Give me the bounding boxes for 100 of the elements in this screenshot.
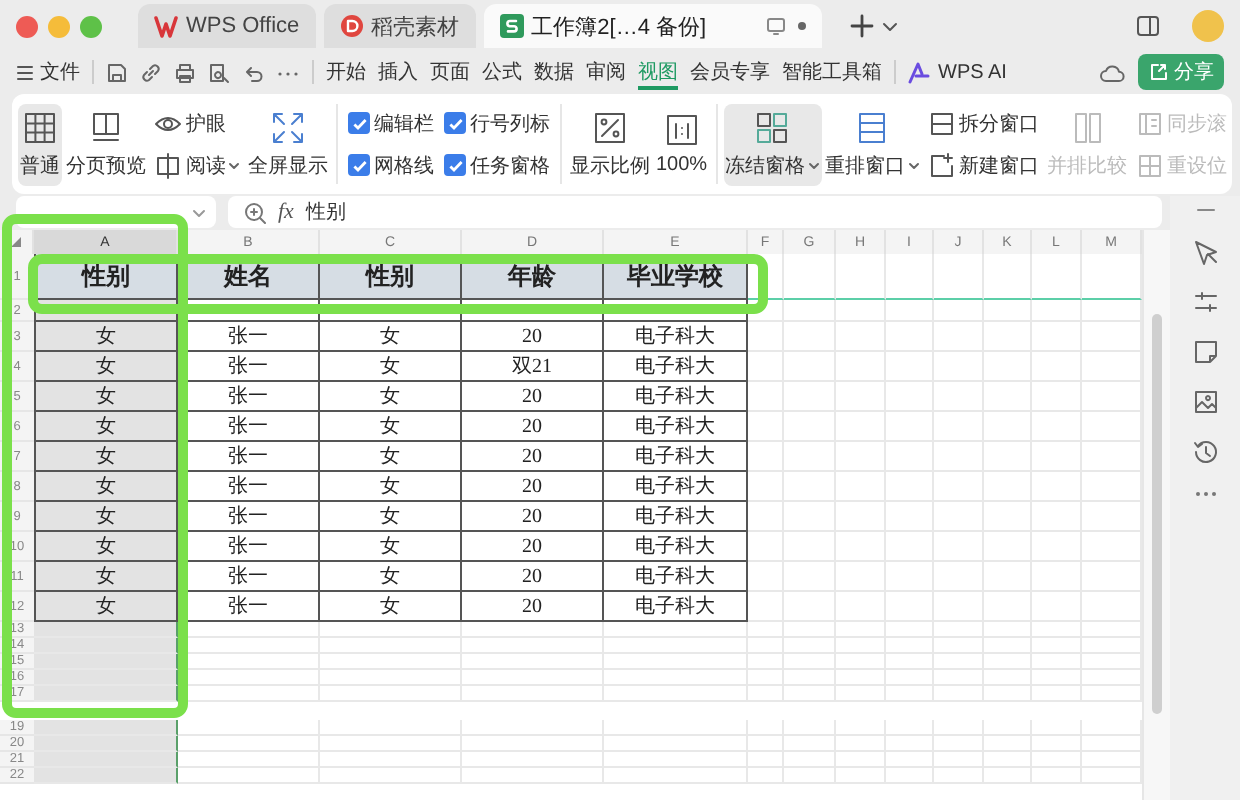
ribbon-tab[interactable]: 开始 [326, 54, 366, 90]
table-cell[interactable] [34, 670, 178, 687]
table-cell[interactable]: 女 [34, 532, 178, 562]
table-cell[interactable]: 女 [320, 532, 462, 562]
table-cell[interactable]: 女 [34, 472, 178, 502]
table-cell[interactable]: 女 [320, 412, 462, 442]
table-cell[interactable]: 女 [320, 502, 462, 532]
document-tab[interactable]: 稻壳素材 [323, 4, 476, 48]
print-preview-icon[interactable] [208, 61, 230, 83]
table-cell[interactable] [604, 300, 748, 322]
expand-icon[interactable] [270, 109, 306, 145]
table-cell[interactable] [320, 300, 462, 322]
table-cell[interactable]: 女 [320, 352, 462, 382]
ribbon-button[interactable]: 阅读 [150, 151, 244, 179]
function-label[interactable]: fx [278, 200, 294, 224]
plus-icon[interactable] [850, 14, 875, 38]
table-cell[interactable]: 20 [462, 532, 604, 562]
ribbon-button[interactable]: 显示比例 [568, 103, 652, 185]
table-cell[interactable]: 女 [34, 322, 178, 352]
note-icon[interactable] [1191, 338, 1219, 366]
checkbox[interactable] [444, 154, 466, 176]
table-cell[interactable]: 20 [462, 412, 604, 442]
cloud-icon[interactable] [1098, 61, 1126, 83]
grid-icon[interactable] [22, 109, 58, 145]
table-cell[interactable]: 电子科大 [604, 472, 748, 502]
ribbon-button[interactable]: 冻结窗格 [723, 103, 822, 185]
document-tab[interactable]: WPS Office [138, 4, 316, 48]
table-cell[interactable]: 张一 [178, 442, 320, 472]
table-cell[interactable] [34, 638, 178, 655]
table-cell[interactable] [462, 300, 604, 322]
undo-icon[interactable] [242, 61, 264, 83]
table-cell[interactable]: 20 [462, 592, 604, 622]
ribbon-tab[interactable]: 公式 [482, 54, 522, 90]
table-cell[interactable]: 张一 [178, 562, 320, 592]
save-icon[interactable] [106, 61, 128, 83]
table-cell[interactable]: 女 [34, 412, 178, 442]
ribbon-button[interactable]: 100% [654, 106, 710, 182]
ribbon-button[interactable]: 新建窗口 [923, 151, 1044, 179]
table-cell[interactable]: 电子科大 [604, 412, 748, 442]
select-all-icon[interactable] [10, 236, 22, 248]
table-cell[interactable]: 张一 [178, 532, 320, 562]
table-cell[interactable]: 女 [320, 472, 462, 502]
table-cell[interactable]: 女 [320, 322, 462, 352]
ribbon-tab[interactable]: 插入 [378, 54, 418, 90]
table-cell[interactable]: 女 [34, 502, 178, 532]
reader-icon[interactable] [154, 151, 182, 179]
ribbon-button[interactable]: 全屏显示 [246, 103, 330, 185]
table-cell[interactable]: 女 [320, 592, 462, 622]
table-cell[interactable] [34, 654, 178, 671]
collapse-icon[interactable] [1193, 204, 1217, 216]
checkbox[interactable] [348, 154, 370, 176]
minimize-button[interactable] [48, 15, 70, 37]
menu-icon[interactable] [16, 63, 34, 81]
ribbon-tab[interactable]: 审阅 [586, 54, 626, 90]
table-cell[interactable]: 女 [34, 382, 178, 412]
ribbon-button[interactable]: 拆分窗口 [923, 109, 1044, 137]
ribbon-tab[interactable]: 会员专享 [690, 54, 770, 90]
table-cell[interactable]: 女 [320, 442, 462, 472]
table-cell[interactable]: 张一 [178, 352, 320, 382]
table-cell[interactable]: 张一 [178, 472, 320, 502]
table-cell[interactable]: 张一 [178, 592, 320, 622]
ribbon-tab[interactable]: 智能工具箱 [782, 54, 882, 90]
print-icon[interactable] [174, 61, 196, 83]
table-cell[interactable]: 电子科大 [604, 592, 748, 622]
table-cell[interactable]: 女 [320, 382, 462, 412]
sidebar-toggle-icon[interactable] [1136, 14, 1160, 38]
table-cell[interactable]: 张一 [178, 382, 320, 412]
table-cell[interactable] [34, 622, 178, 639]
table-cell[interactable]: 20 [462, 382, 604, 412]
table-cell[interactable]: 20 [462, 442, 604, 472]
table-cell[interactable]: 电子科大 [604, 562, 748, 592]
table-cell[interactable]: 女 [34, 592, 178, 622]
zoom-button[interactable] [80, 15, 102, 37]
ribbon-button[interactable]: 重排窗口 [823, 103, 922, 185]
page-icon[interactable] [88, 109, 124, 145]
freeze-grid-icon[interactable] [754, 109, 791, 145]
table-cell[interactable]: 电子科大 [604, 502, 748, 532]
document-tab[interactable]: 工作簿2[…4 备份] [483, 4, 823, 48]
history-icon[interactable] [1191, 438, 1219, 466]
table-cell[interactable]: 电子科大 [604, 442, 748, 472]
ribbon-tab[interactable]: 数据 [534, 54, 574, 90]
rows-icon[interactable] [854, 109, 891, 145]
file-menu[interactable]: 文件 [40, 54, 80, 90]
ai-menu[interactable]: WPS AI [938, 57, 1007, 87]
more-icon[interactable] [1191, 488, 1219, 500]
checkbox[interactable] [444, 112, 466, 134]
percent-icon[interactable] [592, 109, 628, 145]
table-cell[interactable]: 女 [34, 562, 178, 592]
table-cell[interactable]: 20 [462, 322, 604, 352]
table-cell[interactable] [34, 686, 178, 703]
split-icon[interactable] [927, 109, 956, 137]
link-icon[interactable] [140, 61, 162, 83]
table-cell[interactable]: 20 [462, 562, 604, 592]
ratio-icon[interactable] [663, 112, 700, 148]
ribbon-button[interactable]: 分页预览 [64, 103, 148, 185]
table-cell[interactable]: 20 [462, 472, 604, 502]
chevron-down-icon[interactable] [882, 18, 899, 34]
formula-field[interactable]: fx 性别 [228, 196, 1162, 228]
table-cell[interactable]: 张一 [178, 502, 320, 532]
table-cell[interactable]: 电子科大 [604, 532, 748, 562]
